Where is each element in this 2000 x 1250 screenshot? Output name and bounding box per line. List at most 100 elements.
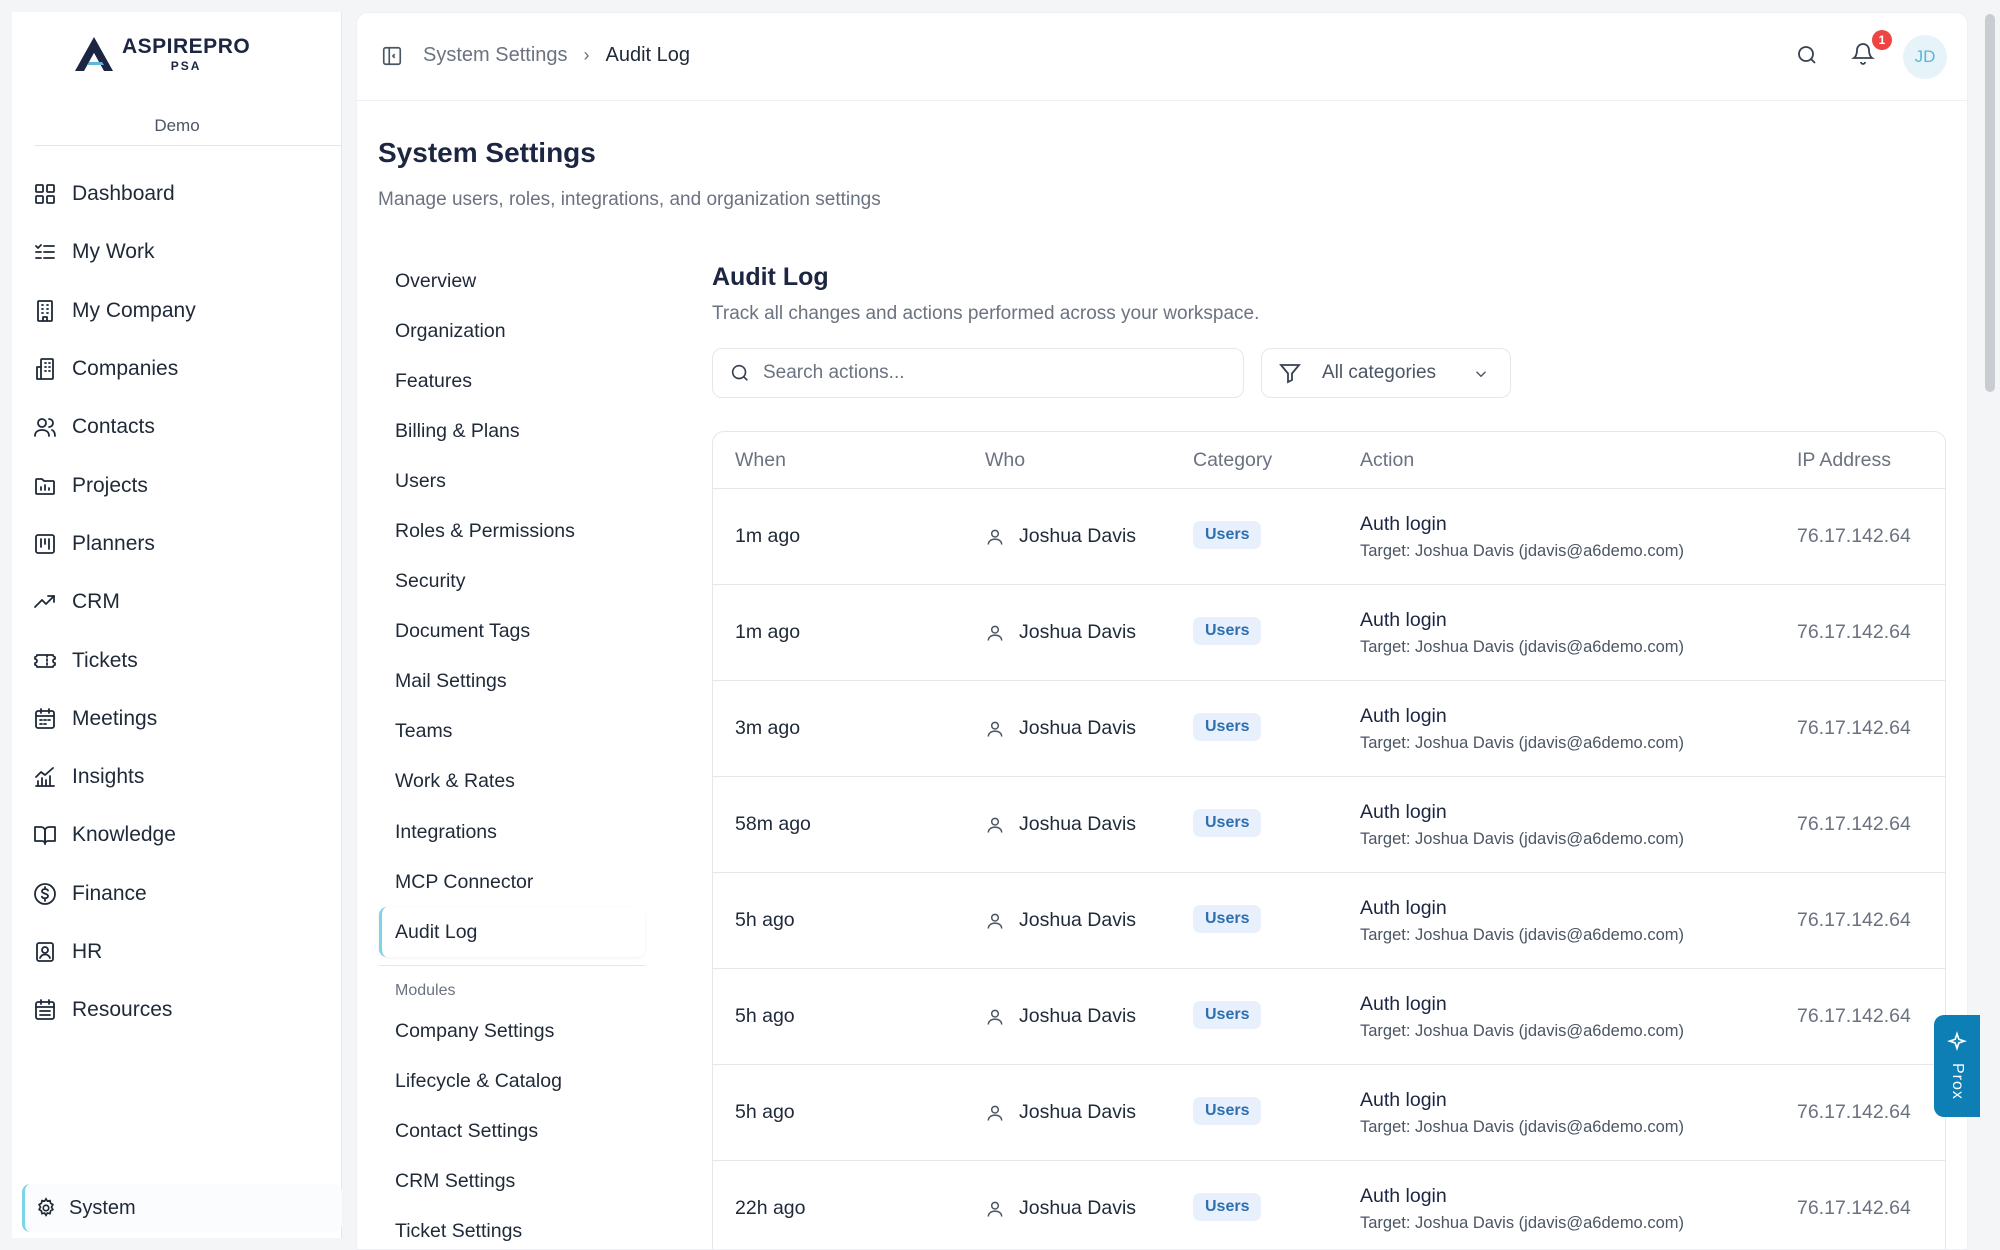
settings-item-ticket-settings[interactable]: Ticket Settings xyxy=(379,1207,645,1249)
settings-item-features[interactable]: Features xyxy=(379,356,645,406)
sidebar-item-companies[interactable]: Companies xyxy=(12,340,342,398)
settings-item-integrations[interactable]: Integrations xyxy=(379,807,645,857)
settings-item-roles[interactable]: Roles & Permissions xyxy=(379,506,645,556)
column-header-who[interactable]: Who xyxy=(985,449,1025,472)
sidebar-item-meetings[interactable]: Meetings xyxy=(12,690,342,748)
table-body: 1m ago Joshua Davis Users Auth login Tar… xyxy=(713,489,1945,1249)
search-icon[interactable] xyxy=(1795,43,1823,71)
main-panel: System Settings › Audit Log 1 JD System … xyxy=(356,12,1968,1250)
sidebar-item-crm[interactable]: CRM xyxy=(12,573,342,631)
avatar[interactable]: JD xyxy=(1903,35,1947,79)
cell-who-name: Joshua Davis xyxy=(1019,909,1137,931)
table-row[interactable]: 22h ago Joshua Davis Users Auth login Ta… xyxy=(713,1161,1945,1249)
settings-item-work-rates[interactable]: Work & Rates xyxy=(379,757,645,807)
sidebar-item-knowledge[interactable]: Knowledge xyxy=(12,806,342,864)
column-header-ip[interactable]: IP Address xyxy=(1797,449,1891,472)
cell-who: Joshua Davis xyxy=(985,1005,1136,1028)
settings-item-document-tags[interactable]: Document Tags xyxy=(379,607,645,657)
settings-item-lifecycle-catalog[interactable]: Lifecycle & Catalog xyxy=(379,1056,645,1106)
column-header-category[interactable]: Category xyxy=(1193,449,1272,472)
breadcrumb-parent[interactable]: System Settings xyxy=(423,44,568,67)
settings-item-security[interactable]: Security xyxy=(379,557,645,607)
user-icon xyxy=(987,817,1003,833)
settings-item-teams[interactable]: Teams xyxy=(379,707,645,757)
category-badge: Users xyxy=(1193,1193,1262,1221)
prox-label: Prox xyxy=(1949,1063,1966,1100)
sidebar-item-label: Meetings xyxy=(72,706,158,730)
sidebar-item-contacts[interactable]: Contacts xyxy=(12,398,342,456)
table-row[interactable]: 58m ago Joshua Davis Users Auth login Ta… xyxy=(713,777,1945,873)
cell-who: Joshua Davis xyxy=(985,909,1136,932)
chevron-right-icon: › xyxy=(583,45,590,65)
target-value: Joshua Davis (jdavis@a6demo.com) xyxy=(1415,1022,1684,1040)
brand-name: ASPIREPRO xyxy=(122,35,251,58)
notification-badge: 1 xyxy=(1872,30,1892,50)
category-filter[interactable]: All categories xyxy=(1261,348,1511,398)
settings-item-users[interactable]: Users xyxy=(379,456,645,506)
settings-item-crm-settings[interactable]: CRM Settings xyxy=(379,1157,645,1207)
sidebar-item-resources[interactable]: Resources xyxy=(12,981,342,1039)
settings-item-contact-settings[interactable]: Contact Settings xyxy=(379,1107,645,1157)
column-header-when[interactable]: When xyxy=(735,449,786,472)
page-scrollbar[interactable] xyxy=(1985,14,1995,392)
sidebar-item-label: Insights xyxy=(72,765,145,789)
settings-item-organization[interactable]: Organization xyxy=(379,306,645,356)
action-target: Target: Joshua Davis (jdavis@a6demo.com) xyxy=(1360,1118,1684,1137)
table-row[interactable]: 1m ago Joshua Davis Users Auth login Tar… xyxy=(713,585,1945,681)
cell-who: Joshua Davis xyxy=(985,1197,1136,1220)
settings-item-overview[interactable]: Overview xyxy=(379,256,645,306)
workspace-name[interactable]: Demo xyxy=(12,116,342,136)
settings-item-audit-log[interactable]: Audit Log xyxy=(379,907,645,958)
target-prefix: Target: xyxy=(1360,830,1411,848)
breadcrumb: System Settings › Audit Log xyxy=(423,44,690,67)
sidebar-item-planners[interactable]: Planners xyxy=(12,515,342,573)
sidebar-item-my-company[interactable]: My Company xyxy=(12,282,342,340)
sidebar-item-system[interactable]: System xyxy=(22,1184,342,1232)
search-input[interactable] xyxy=(763,362,1203,384)
settings-item-company-settings[interactable]: Company Settings xyxy=(379,1006,645,1056)
action-target: Target: Joshua Davis (jdavis@a6demo.com) xyxy=(1360,542,1684,561)
target-value: Joshua Davis (jdavis@a6demo.com) xyxy=(1415,638,1684,656)
sidebar-item-label: Knowledge xyxy=(72,823,176,847)
table-row[interactable]: 3m ago Joshua Davis Users Auth login Tar… xyxy=(713,681,1945,777)
table-row[interactable]: 5h ago Joshua Davis Users Auth login Tar… xyxy=(713,873,1945,969)
list-check-icon xyxy=(32,239,58,265)
search-field[interactable] xyxy=(712,348,1244,398)
category-badge: Users xyxy=(1193,617,1262,645)
table-row[interactable]: 5h ago Joshua Davis Users Auth login Tar… xyxy=(713,969,1945,1065)
settings-item-billing[interactable]: Billing & Plans xyxy=(379,406,645,456)
action-title: Auth login xyxy=(1360,609,1447,631)
category-badge: Users xyxy=(1193,1097,1262,1125)
settings-item-mcp-connector[interactable]: MCP Connector xyxy=(379,857,645,907)
sidebar-item-my-work[interactable]: My Work xyxy=(12,223,342,281)
building-icon xyxy=(32,298,58,324)
cell-when: 1m ago xyxy=(735,621,801,643)
settings-item-mail-settings[interactable]: Mail Settings xyxy=(379,657,645,707)
users-icon xyxy=(32,414,58,440)
category-badge: Users xyxy=(1193,713,1262,741)
brand-logo[interactable]: ASPIREPRO PSA xyxy=(72,34,250,74)
user-icon xyxy=(987,1105,1003,1121)
cell-action: Auth login Target: Joshua Davis (jdavis@… xyxy=(1360,513,1684,561)
action-target: Target: Joshua Davis (jdavis@a6demo.com) xyxy=(1360,926,1684,945)
chevron-down-icon xyxy=(1476,371,1486,378)
cell-ip: 76.17.142.64 xyxy=(1797,621,1911,643)
sidebar-item-projects[interactable]: Projects xyxy=(12,456,342,514)
column-header-action[interactable]: Action xyxy=(1360,449,1414,472)
app-sidebar: ASPIREPRO PSA Demo Dashboard My Work My … xyxy=(12,12,342,1238)
prox-assistant-tab[interactable]: Prox xyxy=(1934,1015,1980,1117)
sidebar-toggle-icon[interactable] xyxy=(381,45,405,69)
table-row[interactable]: 5h ago Joshua Davis Users Auth login Tar… xyxy=(713,1065,1945,1161)
sidebar-item-label: Companies xyxy=(72,357,179,381)
sidebar-item-insights[interactable]: Insights xyxy=(12,748,342,806)
sidebar-item-finance[interactable]: Finance xyxy=(12,865,342,923)
audit-log-title: Audit Log xyxy=(712,263,829,291)
kanban-icon xyxy=(32,531,58,557)
sidebar-item-tickets[interactable]: Tickets xyxy=(12,631,342,689)
table-row[interactable]: 1m ago Joshua Davis Users Auth login Tar… xyxy=(713,489,1945,585)
breadcrumb-current: Audit Log xyxy=(605,44,691,66)
cell-action: Auth login Target: Joshua Davis (jdavis@… xyxy=(1360,1089,1684,1137)
sidebar-item-hr[interactable]: HR xyxy=(12,923,342,981)
sidebar-item-dashboard[interactable]: Dashboard xyxy=(12,165,342,223)
action-target: Target: Joshua Davis (jdavis@a6demo.com) xyxy=(1360,1214,1684,1233)
